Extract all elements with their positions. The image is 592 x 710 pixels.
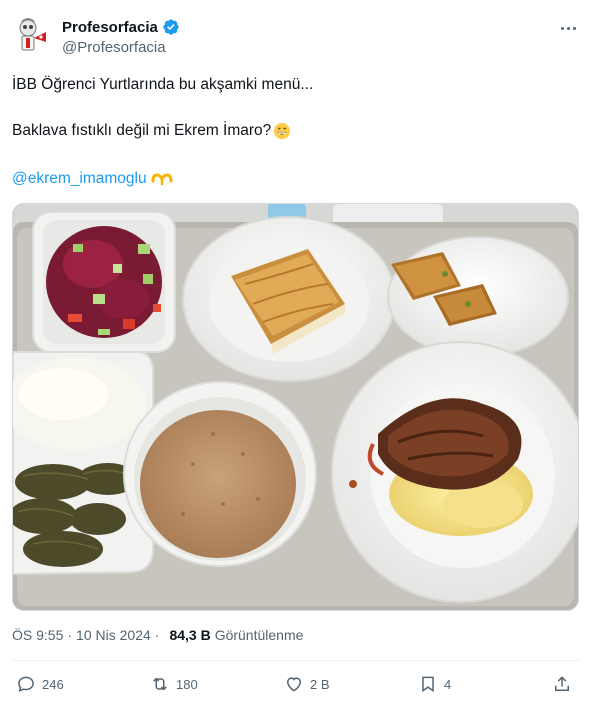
tweet-time[interactable]: ÖS 9:55 [12,627,63,643]
reply-count: 246 [42,676,64,692]
action-bar: 246 180 2 B 4 [0,674,592,700]
grinning-face-icon [274,122,291,140]
display-name[interactable]: Profesorfacia [62,19,158,36]
handle[interactable]: @Profesorfacia [62,39,166,56]
views-count: 84,3 B [169,627,211,643]
repost-button[interactable]: 180 [150,674,198,694]
bookmark-button[interactable]: 4 [418,674,451,694]
reply-icon [18,676,34,692]
tweet-line-1: İBB Öğrenci Yurtlarında bu akşamki menü.… [12,76,314,93]
mention-link[interactable]: @ekrem_imamoglu [12,169,147,189]
verified-icon [163,19,179,35]
like-icon [286,677,302,692]
food-tray-image [13,204,578,610]
more-icon[interactable] [556,18,580,38]
like-count: 2 B [310,676,330,692]
repost-icon [153,677,167,691]
share-button[interactable] [552,674,572,694]
tweet-photo[interactable] [12,203,579,611]
like-button[interactable]: 2 B [284,674,330,694]
bookmark-icon [422,676,434,693]
repost-count: 180 [176,676,198,692]
tweet-line-3: @ekrem_imamoglu [12,169,173,189]
divider [12,660,580,661]
tweet-header: Profesorfacia @Profesorfacia [12,12,580,60]
meta-separator-2: · [154,627,160,643]
meta-separator: · [67,627,73,643]
avatar[interactable] [12,14,52,54]
heart-hands-icon [151,173,173,186]
bookmark-count: 4 [444,676,452,692]
tweet-line-2: Baklava fıstıklı değil mi Ekrem İmaro? [12,121,291,141]
tweet-date[interactable]: 10 Nis 2024 [76,627,151,643]
tweet-meta: ÖS 9:55 · 10 Nis 2024 · 84,3 B Görüntüle… [12,627,303,643]
share-icon [555,676,569,691]
tweet-line-2-text: Baklava fıstıklı değil mi Ekrem İmaro? [12,122,272,139]
views-label: Görüntülenme [214,627,304,643]
reply-button[interactable]: 246 [16,674,64,694]
